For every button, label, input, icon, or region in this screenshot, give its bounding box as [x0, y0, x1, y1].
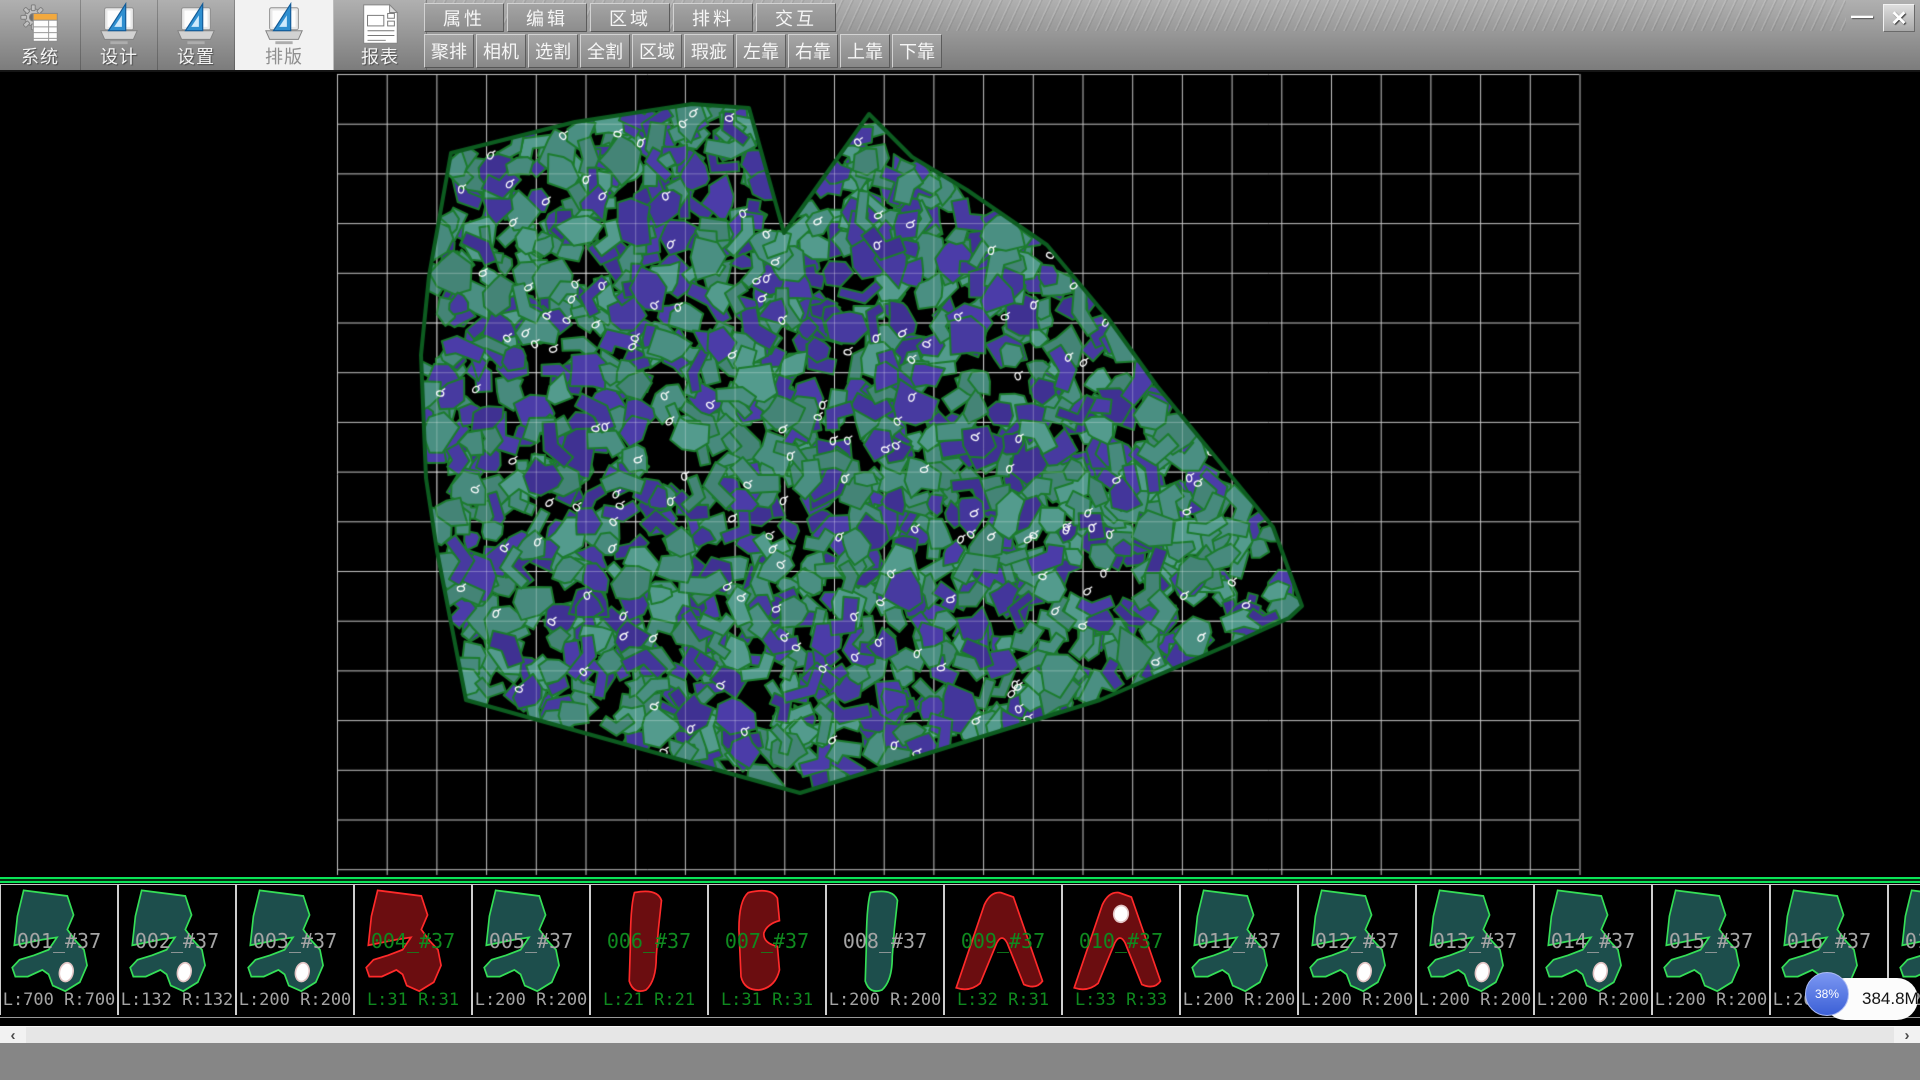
tab-label: 系统 — [21, 47, 59, 67]
strip-divider-lines — [0, 877, 1920, 884]
minimize-button[interactable]: — — [1847, 4, 1877, 28]
piece-id: 002_#37 — [119, 929, 235, 953]
piece-lr-count: L:200 R:200 — [1535, 990, 1651, 1010]
piece-id: 016_#37 — [1771, 929, 1887, 953]
menu-button[interactable]: 编辑 — [507, 3, 587, 32]
nesting-icon — [261, 1, 307, 47]
piece-id: 017_#37 — [1889, 929, 1920, 953]
piece-lr-count: L:31 R:31 — [709, 990, 825, 1010]
piece-thumbnail[interactable]: 006_#37 L:21 R:21 — [591, 885, 709, 1015]
tab-label: 设计 — [100, 47, 138, 67]
piece-lr-count: L:33 R:33 — [1063, 990, 1179, 1010]
design-icon — [96, 1, 142, 47]
tab-settings[interactable]: 设置 — [158, 0, 235, 70]
piece-lr-count: L:200 R:200 — [1653, 990, 1769, 1010]
main-tab-bar: 系统 设计 设置 排版 — [0, 0, 427, 70]
tool-button[interactable]: 左靠 — [736, 34, 786, 68]
memory-value: 384.8M — [1862, 978, 1918, 1020]
tab-label: 排版 — [265, 47, 303, 67]
piece-lr-count: L:132 R:132 — [119, 990, 235, 1010]
menu-button[interactable]: 交互 — [756, 3, 836, 32]
tab-system[interactable]: 系统 — [0, 0, 81, 70]
piece-id: 012_#37 — [1299, 929, 1415, 953]
tab-nesting[interactable]: 排版 — [235, 0, 334, 70]
piece-thumbnail[interactable]: 005_#37 L:200 R:200 — [473, 885, 591, 1015]
menu-button[interactable]: 排料 — [673, 3, 753, 32]
report-icon — [357, 1, 403, 47]
tool-button[interactable]: 相机 — [476, 34, 526, 68]
piece-thumbnail[interactable]: 007_#37 L:31 R:31 — [709, 885, 827, 1015]
main-work-area — [0, 72, 1920, 877]
piece-thumbnail[interactable]: 012_#37 L:200 R:200 — [1299, 885, 1417, 1015]
piece-lr-count: L:200 R:200 — [827, 990, 943, 1010]
scroll-right-arrow[interactable]: › — [1894, 1027, 1920, 1044]
settings-icon — [173, 1, 219, 47]
application-window: 系统 设计 设置 排版 — [0, 0, 1920, 1080]
piece-thumbnail-strip: 001_#37 L:700 R:700 002_#37 L:132 R:132 … — [0, 877, 1920, 1016]
tool-button[interactable]: 瑕疵 — [684, 34, 734, 68]
piece-id: 001_#37 — [1, 929, 117, 953]
piece-thumbnail[interactable]: 004_#37 L:31 R:31 — [355, 885, 473, 1015]
status-bar — [0, 1043, 1920, 1080]
menu-bar: 属性编辑区域排料交互 — [424, 3, 836, 32]
piece-lr-count: L:200 R:200 — [1417, 990, 1533, 1010]
piece-thumbnail[interactable]: 013_#37 L:200 R:200 — [1417, 885, 1535, 1015]
piece-id: 013_#37 — [1417, 929, 1533, 953]
piece-lr-count: L:21 R:21 — [591, 990, 707, 1010]
tab-label: 设置 — [177, 47, 215, 67]
piece-id: 011_#37 — [1181, 929, 1297, 953]
nesting-canvas[interactable] — [333, 72, 1583, 877]
piece-thumbnail[interactable]: 015_#37 L:200 R:200 — [1653, 885, 1771, 1015]
piece-thumbnail[interactable]: 003_#37 L:200 R:200 — [237, 885, 355, 1015]
piece-lr-count: L:200 R:200 — [473, 990, 589, 1010]
piece-lr-count: L:31 R:31 — [355, 990, 471, 1010]
menu-button[interactable]: 属性 — [424, 3, 504, 32]
tool-button[interactable]: 聚排 — [424, 34, 474, 68]
piece-lr-count: L:200 R:200 — [237, 990, 353, 1010]
top-toolbar: 系统 设计 设置 排版 — [0, 0, 1920, 72]
tool-button[interactable]: 上靠 — [840, 34, 890, 68]
piece-thumbnail[interactable]: 008_#37 L:200 R:200 — [827, 885, 945, 1015]
piece-thumbnail-list: 001_#37 L:700 R:700 002_#37 L:132 R:132 … — [0, 884, 1920, 1018]
tool-button[interactable]: 选割 — [528, 34, 578, 68]
tool-button[interactable]: 区域 — [632, 34, 682, 68]
piece-id: 015_#37 — [1653, 929, 1769, 953]
piece-id: 003_#37 — [237, 929, 353, 953]
piece-id: 006_#37 — [591, 929, 707, 953]
piece-thumbnail[interactable]: 011_#37 L:200 R:200 — [1181, 885, 1299, 1015]
tab-design[interactable]: 设计 — [81, 0, 158, 70]
tool-button[interactable]: 全割 — [580, 34, 630, 68]
piece-lr-count: L:32 R:31 — [945, 990, 1061, 1010]
piece-thumbnail[interactable]: 010_#37 L:33 R:33 — [1063, 885, 1181, 1015]
tab-report[interactable]: 报表 — [334, 0, 427, 70]
piece-thumbnail[interactable]: 009_#37 L:32 R:31 — [945, 885, 1063, 1015]
progress-circle[interactable]: 38% — [1805, 972, 1849, 1016]
tool-button[interactable]: 右靠 — [788, 34, 838, 68]
piece-lr-count: L:700 R:700 — [1, 990, 117, 1010]
piece-id: 005_#37 — [473, 929, 589, 953]
piece-thumbnail[interactable]: 014_#37 L:200 R:200 — [1535, 885, 1653, 1015]
piece-id: 007_#37 — [709, 929, 825, 953]
piece-id: 008_#37 — [827, 929, 943, 953]
menu-button[interactable]: 区域 — [590, 3, 670, 32]
tool-bar: 聚排相机选割全割区域瑕疵左靠右靠上靠下靠 — [424, 34, 942, 68]
tab-label: 报表 — [361, 47, 399, 67]
window-controls: — ✕ — [1847, 4, 1915, 32]
scroll-left-arrow[interactable]: ‹ — [0, 1027, 26, 1044]
system-icon — [17, 1, 63, 47]
piece-thumbnail[interactable]: 001_#37 L:700 R:700 — [0, 885, 119, 1015]
close-button[interactable]: ✕ — [1883, 4, 1915, 32]
piece-lr-count: L:200 R:200 — [1299, 990, 1415, 1010]
piece-lr-count: L:200 R:200 — [1181, 990, 1297, 1010]
horizontal-scrollbar[interactable]: ‹ › — [0, 1026, 1920, 1044]
piece-id: 009_#37 — [945, 929, 1061, 953]
piece-id: 004_#37 — [355, 929, 471, 953]
piece-id: 010_#37 — [1063, 929, 1179, 953]
piece-id: 014_#37 — [1535, 929, 1651, 953]
piece-thumbnail[interactable]: 002_#37 L:132 R:132 — [119, 885, 237, 1015]
tool-button[interactable]: 下靠 — [892, 34, 942, 68]
